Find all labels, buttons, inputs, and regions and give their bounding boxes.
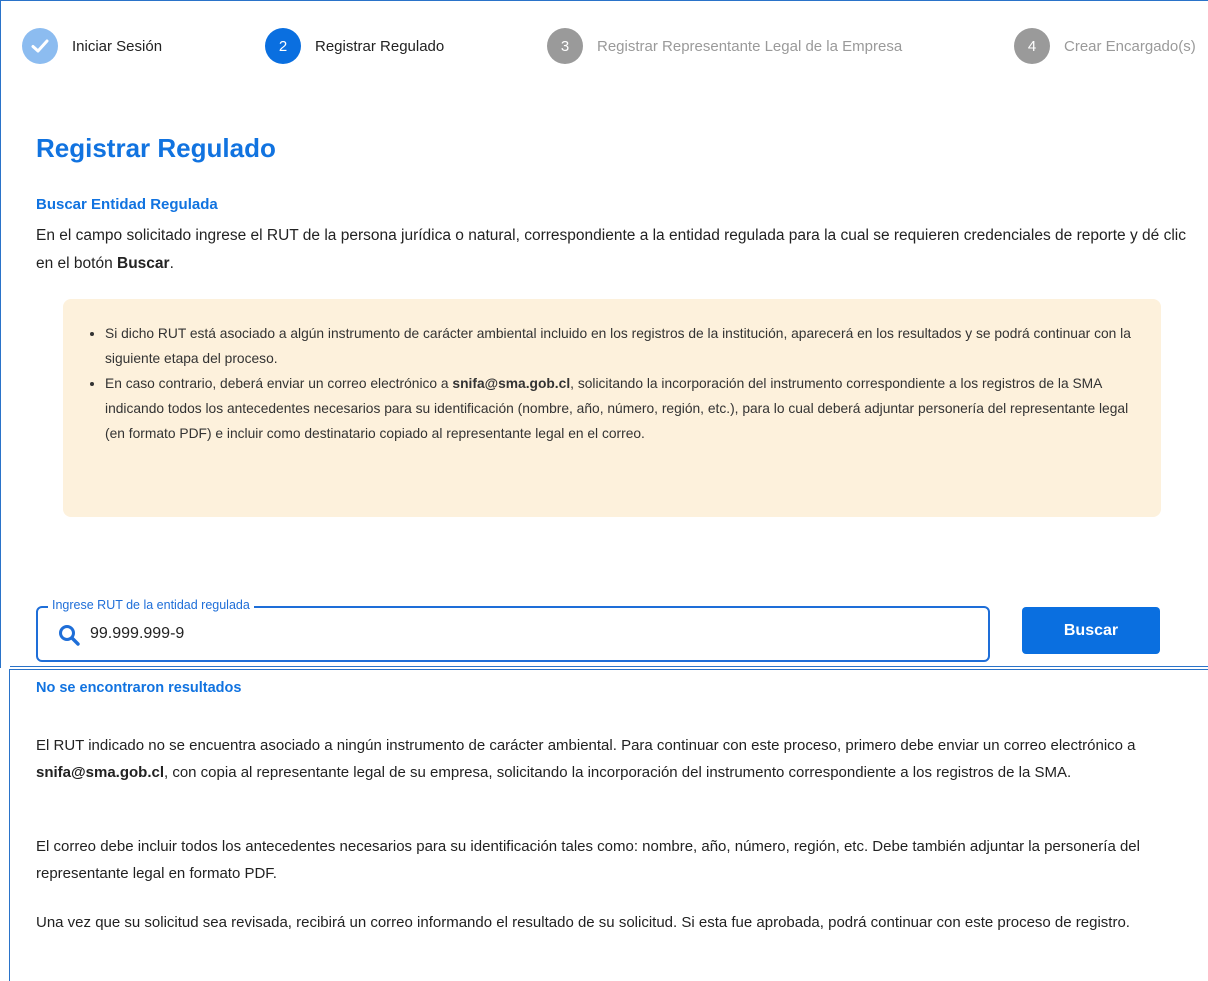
info-notice: Si dicho RUT está asociado a algún instr…	[63, 299, 1161, 517]
email-link: snifa@sma.gob.cl	[36, 764, 164, 781]
step-label: Registrar Regulado	[315, 37, 445, 55]
results-text: , con copia al representante legal de su…	[164, 764, 1072, 781]
intro-bold-buscar: Buscar	[117, 255, 170, 272]
email-link: snifa@sma.gob.cl	[452, 376, 571, 391]
section-subtitle: Buscar Entidad Regulada	[36, 196, 218, 213]
rut-search-field: Ingrese RUT de la entidad regulada	[36, 598, 990, 662]
rut-field-label: Ingrese RUT de la entidad regulada	[48, 598, 254, 612]
results-border	[9, 669, 10, 981]
step-label: Crear Encargado(s)	[1064, 37, 1196, 55]
step-number: 3	[547, 28, 583, 64]
results-paragraph-1: El RUT indicado no se encuentra asociado…	[36, 732, 1186, 786]
intro-end: .	[169, 255, 174, 272]
notice-item: Si dicho RUT está asociado a algún instr…	[105, 321, 1131, 371]
step-registrar-representante[interactable]: 3 Registrar Representante Legal de la Em…	[547, 28, 902, 64]
check-icon	[22, 28, 58, 64]
step-iniciar-sesion[interactable]: Iniciar Sesión	[22, 28, 162, 64]
step-registrar-regulado[interactable]: 2 Registrar Regulado	[265, 28, 444, 64]
search-icon	[58, 624, 80, 646]
step-label: Registrar Representante Legal de la Empr…	[597, 37, 903, 55]
notice-item: En caso contrario, deberá enviar un corr…	[105, 371, 1131, 446]
results-paragraph-3: Una vez que su solicitud sea revisada, r…	[36, 914, 1130, 931]
intro-body: En el campo solicitado ingrese el RUT de…	[36, 227, 1186, 272]
results-paragraph-2: El correo debe incluir todos los anteced…	[36, 838, 1140, 882]
step-crear-encargados[interactable]: 4 Crear Encargado(s)	[1014, 28, 1196, 64]
page-title: Registrar Regulado	[36, 133, 276, 163]
step-number: 2	[265, 28, 301, 64]
intro-text: En el campo solicitado ingrese el RUT de…	[36, 222, 1196, 278]
divider	[10, 669, 1208, 670]
notice-item-text: En caso contrario, deberá enviar un corr…	[105, 376, 453, 391]
results-title: No se encontraron resultados	[36, 680, 242, 696]
buscar-button[interactable]: Buscar	[1022, 607, 1160, 654]
divider	[10, 666, 1208, 667]
rut-input[interactable]	[90, 618, 950, 650]
progress-stepper: Iniciar Sesión 2 Registrar Regulado 3 Re…	[0, 28, 1208, 74]
step-number: 4	[1014, 28, 1050, 64]
results-text: El RUT indicado no se encuentra asociado…	[36, 737, 1136, 754]
step-label: Iniciar Sesión	[72, 37, 163, 55]
